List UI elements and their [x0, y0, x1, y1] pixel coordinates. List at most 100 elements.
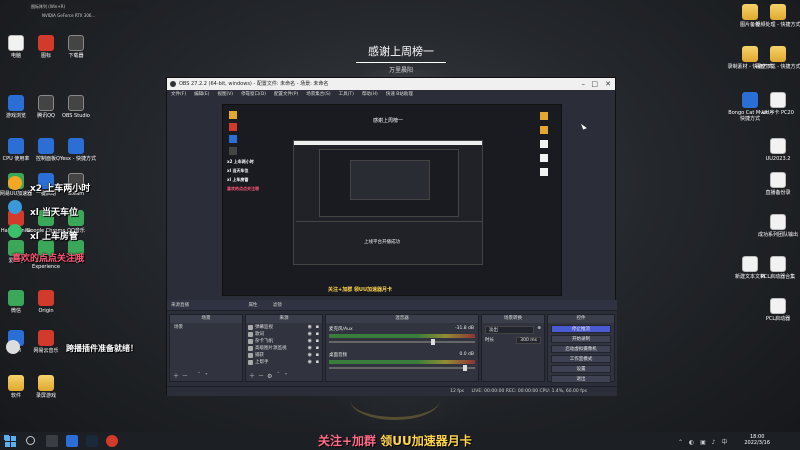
desktop-audio-fader[interactable]	[329, 365, 475, 371]
mic-fader[interactable]	[329, 339, 475, 345]
menu-item[interactable]: 工具(T)	[339, 92, 354, 97]
maximize-icon[interactable]: □	[591, 78, 598, 90]
lock-icon[interactable]: ▪	[316, 345, 319, 352]
source-type-icon	[248, 325, 253, 330]
control-button[interactable]: 停止推流	[551, 325, 611, 333]
source-item[interactable]: 弹幕监视 ◉ ▪	[248, 324, 320, 331]
visibility-eye-icon[interactable]: ◉	[308, 324, 312, 331]
obs-preview[interactable]: x2 上车两小时 xl 当天车位 xl 上车房管 喜欢的点点关注哦 感谢上周榜一…	[222, 104, 562, 296]
control-button[interactable]: 启动虚拟摄像机	[551, 345, 611, 353]
desktop-icon[interactable]: 百度下载 - 快捷方式	[754, 46, 800, 70]
source-type-icon	[248, 332, 253, 337]
add-transition-icon[interactable]: ⊕	[537, 326, 541, 334]
desktop-app-icon	[68, 95, 84, 111]
source-item[interactable]: 歌词 ◉ ▪	[248, 331, 320, 338]
mic-fader-knob[interactable]	[431, 339, 436, 345]
close-icon[interactable]: ✕	[605, 78, 611, 90]
preview-overlay-2: xl 当天车位	[227, 168, 249, 173]
source-type-icon	[248, 339, 253, 344]
menu-item[interactable]: 帮助(H)	[362, 92, 378, 97]
browser-taskbar-icon[interactable]	[66, 435, 78, 447]
lock-icon[interactable]: ▪	[316, 331, 319, 338]
duration-label: 时长	[485, 338, 494, 343]
source-item[interactable]: 高级图片源监视 ◉ ▪	[248, 345, 320, 352]
desktop-icon[interactable]: PCL启动器合集	[754, 256, 800, 280]
desktop-icon[interactable]: 录屏游戏	[22, 375, 70, 399]
visibility-eye-icon[interactable]: ◉	[308, 345, 312, 352]
desktop-app-icon	[38, 330, 54, 346]
lock-icon[interactable]: ▪	[316, 359, 319, 366]
transition-type-select[interactable]: 淡出	[485, 326, 535, 334]
menu-item[interactable]: 编辑(E)	[194, 92, 209, 97]
taskbar-thumbnail[interactable]: NVIDIA GeForce RTX 306...	[40, 11, 104, 27]
control-button[interactable]: 设置	[551, 365, 611, 373]
desktop-icon[interactable]: PCL启动器	[754, 298, 800, 322]
scenes-dock: 场景 场景 ＋－ ＾˅	[169, 314, 243, 382]
overlay-line-2: xl 当天车位	[30, 208, 79, 218]
desktop-icon[interactable]: 成功系列团队输出	[754, 214, 800, 238]
menu-item[interactable]: 视图(V)	[217, 92, 233, 97]
system-tray[interactable]: ⌃ ◐ ▣ ♪ 中	[678, 437, 729, 446]
source-item[interactable]: 捕获 ◉ ▪	[248, 352, 320, 359]
stream-caption: 关注+加群 领UU加速器月卡	[318, 432, 472, 449]
mixer-title: 混音器	[326, 315, 478, 323]
obs-statusbar: 12 fps LIVE: 00:00:00 REC: 00:00:00 CPU:…	[167, 386, 617, 396]
desktop-icon[interactable]: UU2023.2	[754, 138, 800, 162]
source-name: 杂卡飞帆	[255, 339, 273, 344]
visibility-eye-icon[interactable]: ◉	[308, 331, 312, 338]
source-item[interactable]: 杂卡飞帆 ◉ ▪	[248, 338, 320, 345]
mic-db: -31.8 dB	[454, 326, 474, 331]
steam-taskbar-icon[interactable]	[86, 435, 98, 447]
caption-part-a: 关注+加群	[318, 434, 377, 448]
obs-window[interactable]: OBS 27.2.2 (64-bit, windows) - 配置文件: 未命名…	[166, 77, 617, 396]
scenes-toolbar[interactable]: ＋－ ＾˅	[173, 371, 211, 380]
menu-item[interactable]: 配置文件(P)	[274, 92, 298, 97]
taskbar-thumbnail-header: 图标阵列 (Win+R)	[28, 3, 138, 10]
menu-item[interactable]: 停靠窗口(D)	[241, 92, 266, 97]
visibility-eye-icon[interactable]: ◉	[308, 352, 312, 359]
lock-icon[interactable]: ▪	[316, 324, 319, 331]
menu-item[interactable]: 场景集合(S)	[306, 92, 330, 97]
mixer-channel-desktop: 桌面音频 0.0 dB	[326, 349, 478, 371]
desktop-icon[interactable]: 直播备份录	[754, 172, 800, 196]
visibility-eye-icon[interactable]: ◉	[308, 338, 312, 345]
desktop-icon[interactable]: QYesx - 快捷方式	[52, 138, 100, 162]
sources-toolbar[interactable]: ＋－⚙＾˅	[249, 371, 290, 380]
desktop-app-icon	[68, 35, 84, 51]
duration-input[interactable]: 300 ms	[516, 337, 541, 344]
tab-filters[interactable]: 滤镜	[273, 303, 282, 308]
source-item[interactable]: 上帮手 ◉ ▪	[248, 359, 320, 366]
overlay-line-3: xl 上车房管	[30, 232, 79, 242]
menu-item[interactable]: 快速 B站助理	[386, 92, 413, 97]
lock-icon[interactable]: ▪	[316, 352, 319, 359]
menu-item[interactable]: 文件(F)	[171, 92, 186, 97]
preview-right-icons	[537, 109, 555, 182]
control-button[interactable]: 退出	[551, 375, 611, 383]
windows-start-icon[interactable]	[4, 435, 16, 447]
desktop-icon[interactable]: UU序卡 PC20	[754, 92, 800, 116]
desktop-audio-fader-knob[interactable]	[463, 365, 468, 371]
tab-source-live[interactable]: 来源直播	[171, 303, 189, 308]
tab-properties[interactable]: 属性	[248, 303, 257, 308]
visibility-eye-icon[interactable]: ◉	[308, 359, 312, 366]
desktop-app-icon	[38, 375, 54, 391]
task-view-icon[interactable]	[46, 435, 58, 447]
minimize-icon[interactable]: –	[582, 78, 586, 90]
sources-dock: 来源 弹幕监视 ◉ ▪ 歌词 ◉ ▪ 杂卡飞帆 ◉ ▪ 高级图片源监视 ◉ ▪ 捕获 ◉ ▪ 上帮手 ◉ ▪ ＋－…	[245, 314, 323, 382]
desktop-icon[interactable]: Origin	[22, 290, 70, 314]
search-icon[interactable]	[26, 436, 35, 445]
obs-taskbar-icon[interactable]	[106, 435, 118, 447]
preview-overlay-1: x2 上车两小时	[227, 159, 254, 164]
desktop-icon[interactable]: 网易云音乐	[22, 330, 70, 354]
taskbar-clock[interactable]: 18:00 2022/3/16	[744, 434, 770, 446]
scene-item[interactable]: 场景	[172, 324, 240, 331]
control-button[interactable]: 工作室模式	[551, 355, 611, 363]
desktop-icon[interactable]: 下载器	[52, 35, 100, 59]
control-button[interactable]: 开始录制	[551, 335, 611, 343]
desktop-icon[interactable]: 视频处理 - 快捷方式	[754, 4, 800, 28]
obs-titlebar[interactable]: OBS 27.2.2 (64-bit, windows) - 配置文件: 未命名…	[167, 78, 615, 90]
obs-docks: 来源直播 属性 滤镜 场景 场景 ＋－ ＾˅ 来源 弹幕监视 ◉ ▪ 歌词 ◉ ▪ 杂卡飞帆…	[167, 300, 617, 396]
lock-icon[interactable]: ▪	[316, 338, 319, 345]
banner-subtitle: 万里晨阳	[388, 67, 413, 74]
desktop-icon[interactable]: OBS Studio	[52, 95, 100, 119]
